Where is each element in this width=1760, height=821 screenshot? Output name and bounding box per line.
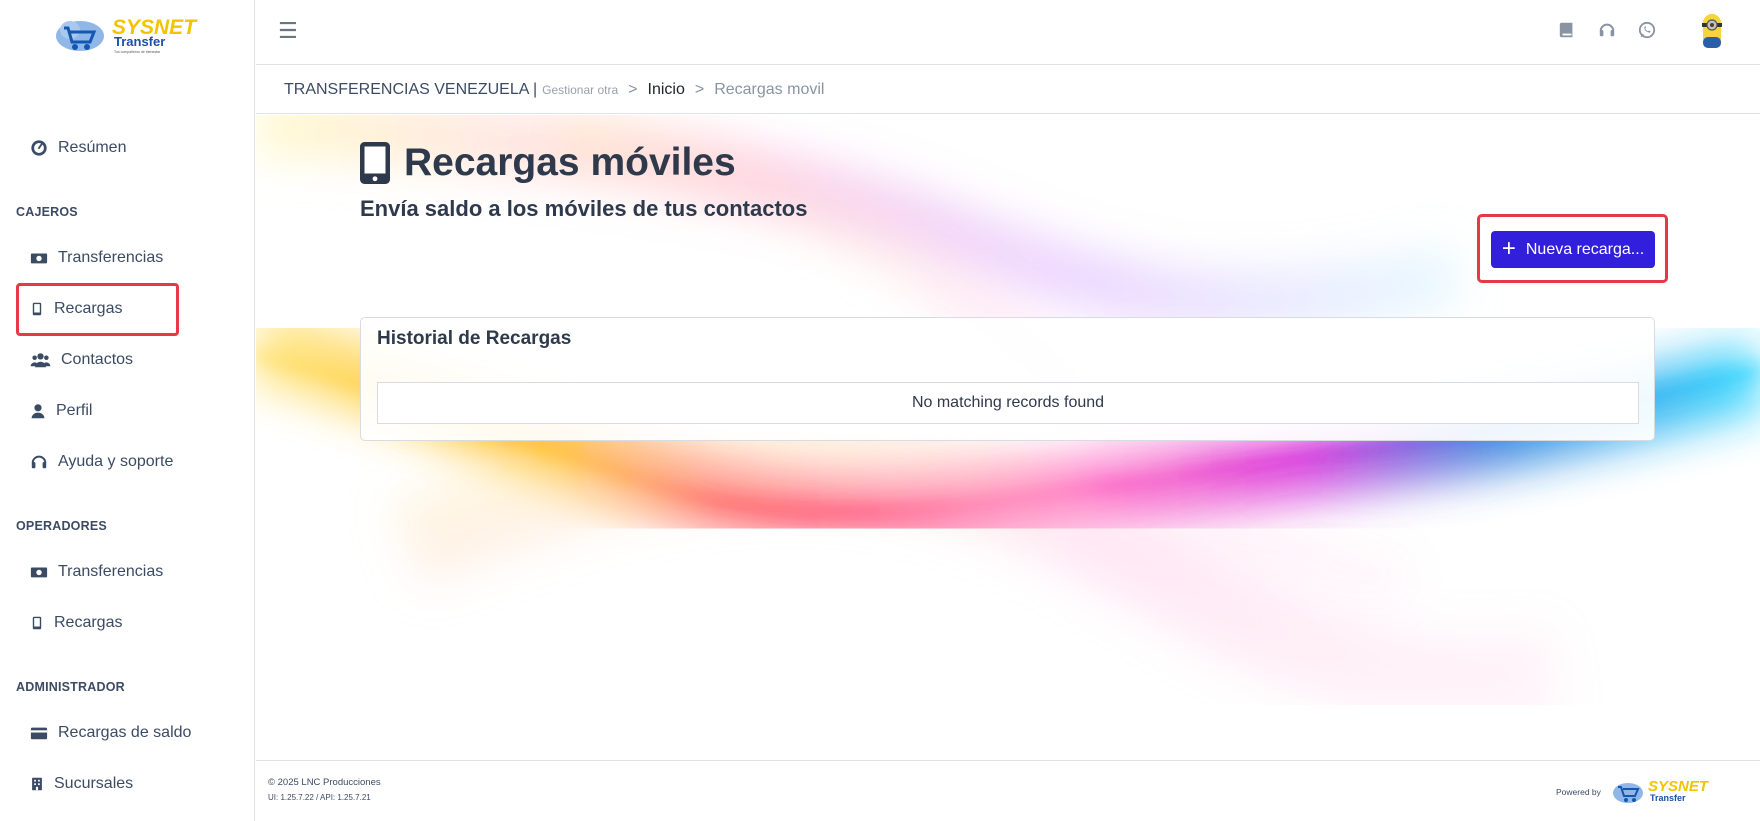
main-content: Recargas móviles Envía saldo a los móvil… [256,115,1760,760]
sidebar-item-label: Perfil [56,402,93,419]
card-title: Historial de Recargas [377,328,572,349]
mobile-icon [360,142,390,184]
sidebar-item-op-transferencias[interactable]: Transferencias [30,563,163,581]
sysnet-logo[interactable]: SYSNET Transfer Tus compañeros de bienes… [54,12,204,56]
sidebar-item-ayuda[interactable]: Ayuda y soporte [30,453,173,471]
section-title-operadores: OPERADORES [16,519,107,533]
sidebar-item-recargas[interactable]: Recargas [30,300,122,318]
svg-text:Tus compañeros de bienestar: Tus compañeros de bienestar [114,50,161,54]
page-title: Recargas móviles [360,141,736,185]
minion-avatar[interactable] [1698,12,1726,50]
breadcrumb: TRANSFERENCIAS VENEZUELA | Gestionar otr… [256,66,1760,114]
money-icon [30,567,48,578]
footer: © 2025 LNC Producciones UI: 1.25.7.22 / … [256,760,1760,821]
page-subtitle: Envía saldo a los móviles de tus contact… [360,196,808,221]
breadcrumb-separator: > [694,80,705,98]
section-title-administrador: ADMINISTRADOR [16,680,125,694]
sidebar-item-recargas-saldo[interactable]: Recargas de saldo [30,724,191,742]
new-recharge-label: Nueva recarga... [1525,240,1645,258]
whatsapp-icon[interactable] [1638,21,1656,39]
speedometer-icon [31,140,47,156]
manage-other-link[interactable]: Gestionar otra [542,83,618,97]
breadcrumb-separator: > [628,80,638,98]
sidebar-item-perfil[interactable]: Perfil [30,402,92,420]
new-recharge-button[interactable]: + Nueva recarga... [1491,231,1655,268]
sidebar-item-contactos[interactable]: Contactos [30,351,133,369]
sysnet-footer-logo[interactable]: SYSNET Transfer [1612,775,1712,807]
user-icon [31,404,45,419]
sidebar-item-label: Ayuda y soporte [58,453,174,470]
book-icon[interactable] [1558,21,1576,39]
powered-by-text: Powered by [1556,787,1601,797]
breadcrumb-home-link[interactable]: Inicio [648,81,685,99]
sidebar-item-label: Sucursales [54,775,134,792]
section-title-cajeros: CAJEROS [16,205,78,219]
recharge-history-card: Historial de Recargas No matching record… [360,317,1655,441]
sidebar-item-label: Resúmen [58,139,127,156]
sidebar-item-label: Recargas de saldo [58,724,192,741]
sidebar-item-label: Recargas [54,614,123,631]
users-icon [30,353,51,368]
sidebar-item-label: Contactos [61,351,134,368]
mobile-icon [32,616,42,630]
empty-table-row: No matching records found [377,382,1639,424]
sidebar-item-label: Recargas [54,300,123,317]
credit-card-icon [30,727,48,740]
plus-icon: + [1501,234,1516,262]
sidebar-item-label: Transferencias [58,249,164,266]
hamburger-icon[interactable]: ☰ [278,18,298,44]
sidebar: SYSNET Transfer Tus compañeros de bienes… [0,0,255,821]
breadcrumb-current: Recargas movil [714,80,825,98]
copyright-text: © 2025 LNC Producciones [268,777,381,788]
page-title-text: Recargas móviles [404,141,736,184]
sidebar-item-label: Transferencias [58,563,164,580]
organization-name: TRANSFERENCIAS VENEZUELA | [284,80,538,98]
headset-icon [31,455,47,469]
headset-icon[interactable] [1598,21,1616,39]
sidebar-item-transferencias[interactable]: Transferencias [30,249,163,267]
svg-text:Transfer: Transfer [114,34,165,49]
mobile-icon [32,302,42,316]
sidebar-item-sucursales[interactable]: Sucursales [30,775,133,793]
money-icon [30,253,48,264]
building-icon [32,777,42,791]
top-header: ☰ [256,0,1760,65]
version-text: UI: 1.25.7.22 / API: 1.25.7.21 [268,793,371,802]
sidebar-item-op-recargas[interactable]: Recargas [30,614,122,632]
sidebar-item-resumen[interactable]: Resúmen [30,139,126,157]
svg-text:Transfer: Transfer [1650,793,1686,803]
